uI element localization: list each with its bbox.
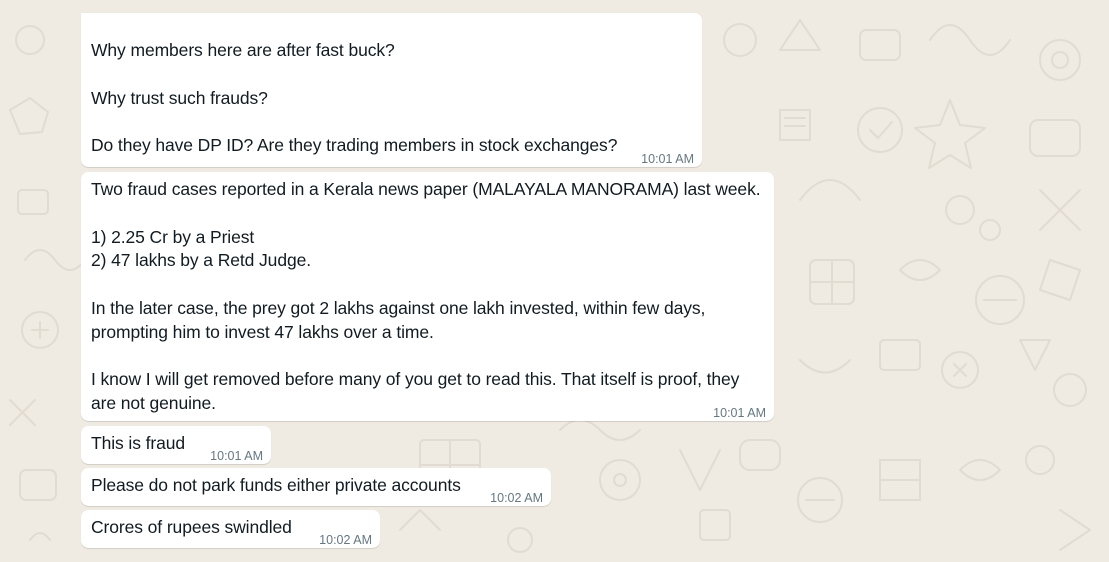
chat-message-list[interactable]: Why members here are after fast buck? Wh…: [0, 0, 1109, 562]
message-text: Two fraud cases reported in a Kerala new…: [91, 179, 761, 414]
message-bubble[interactable]: Please do not park funds either private …: [81, 468, 551, 506]
message-bubble[interactable]: Why members here are after fast buck? Wh…: [81, 13, 702, 167]
message-timestamp: 10:02 AM: [490, 491, 543, 505]
message-timestamp: 10:02 AM: [319, 533, 372, 547]
message-text: Why members here are after fast buck? Wh…: [91, 40, 618, 156]
message-timestamp: 10:01 AM: [713, 406, 766, 420]
message-timestamp: 10:01 AM: [210, 449, 263, 463]
message-text: Please do not park funds either private …: [91, 475, 461, 495]
message-bubble[interactable]: Crores of rupees swindled 10:02 AM: [81, 510, 380, 548]
message-bubble[interactable]: This is fraud 10:01 AM: [81, 426, 271, 464]
message-timestamp: 10:01 AM: [641, 152, 694, 166]
message-bubble[interactable]: Two fraud cases reported in a Kerala new…: [81, 172, 774, 421]
